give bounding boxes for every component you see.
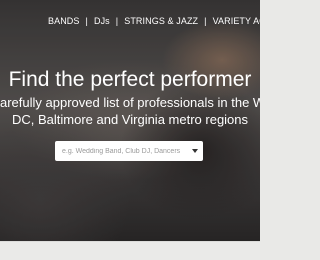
hero-headline: Find the perfect performer <box>8 68 252 91</box>
nav-item-djs[interactable]: DJs <box>94 16 110 26</box>
hero-subline-1: arefully approved list of professionals … <box>0 95 260 110</box>
top-nav: BANDS|DJs|STRINGS & JAZZ|VARIETY ACTS|PR <box>48 16 260 26</box>
hero-subline-2: DC, Baltimore and Virginia metro regions <box>11 112 249 127</box>
nav-separator: | <box>115 16 119 26</box>
performer-search[interactable] <box>55 141 203 161</box>
chevron-down-icon[interactable] <box>192 149 198 153</box>
hero-section: BANDS|DJs|STRINGS & JAZZ|VARIETY ACTS|PR… <box>0 0 260 241</box>
nav-separator: | <box>204 16 207 26</box>
nav-item-variety-acts[interactable]: VARIETY ACTS <box>213 16 260 26</box>
divider <box>0 241 260 242</box>
nav-separator: | <box>85 16 88 26</box>
performer-search-input[interactable] <box>62 147 184 155</box>
nav-item-bands[interactable]: BANDS <box>48 16 80 26</box>
nav-item-strings-jazz[interactable]: STRINGS & JAZZ <box>124 16 198 26</box>
page-content-strip <box>0 241 260 260</box>
